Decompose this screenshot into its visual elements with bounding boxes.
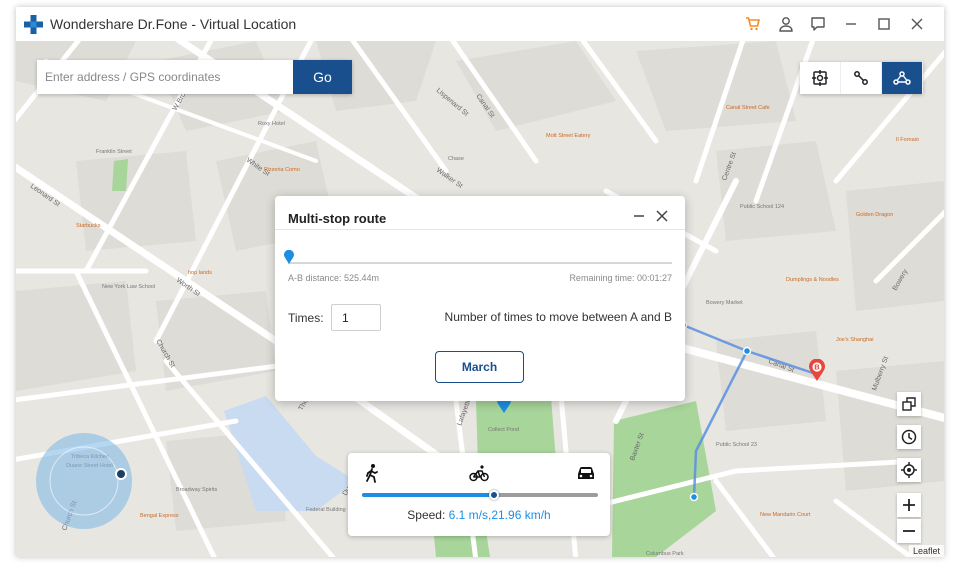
search-bar: Go xyxy=(37,60,352,94)
app-title: Wondershare Dr.Fone - Virtual Location xyxy=(50,16,297,32)
multi-stop-route-button[interactable] xyxy=(882,62,923,94)
svg-text:Roxy Hotel: Roxy Hotel xyxy=(258,121,285,127)
teleport-mode-button[interactable] xyxy=(800,62,841,94)
two-stop-route-button[interactable] xyxy=(841,62,882,94)
car-icon[interactable] xyxy=(576,463,596,483)
plus-icon xyxy=(903,499,915,511)
speed-slider-handle[interactable] xyxy=(489,490,500,500)
minimize-icon[interactable] xyxy=(840,13,862,35)
march-button[interactable]: March xyxy=(435,351,524,383)
svg-text:Federal Building: Federal Building xyxy=(306,507,346,513)
svg-text:Broadway Spirits: Broadway Spirits xyxy=(176,487,218,493)
zoom-out-button[interactable] xyxy=(897,519,921,543)
destination-marker-icon[interactable]: B xyxy=(809,359,825,381)
svg-text:Public School 124: Public School 124 xyxy=(740,204,784,210)
svg-text:Joe's Shanghai: Joe's Shanghai xyxy=(836,337,873,343)
leaflet-attribution[interactable]: Leaflet xyxy=(908,545,944,557)
svg-text:New York Law School: New York Law School xyxy=(102,284,155,290)
times-label: Times: xyxy=(288,311,324,325)
svg-text:Pizzeria Como: Pizzeria Como xyxy=(264,167,300,173)
two-stop-icon xyxy=(854,71,868,85)
go-button[interactable]: Go xyxy=(293,60,352,94)
svg-text:Bengal Express: Bengal Express xyxy=(140,513,179,519)
drfone-logo-icon xyxy=(24,15,43,34)
svg-text:Public School 23: Public School 23 xyxy=(716,442,757,448)
svg-text:Mott Street Eatery: Mott Street Eatery xyxy=(546,133,591,139)
svg-text:Collect Pond: Collect Pond xyxy=(488,427,519,433)
app-window: Wondershare Dr.Fone - Virtual Location W… xyxy=(16,7,944,557)
remaining-time-label: Remaining time: 00:01:27 xyxy=(569,273,672,283)
search-input[interactable] xyxy=(37,60,293,94)
svg-text:hop lands: hop lands xyxy=(188,270,212,276)
multi-stop-icon xyxy=(893,71,911,85)
map-view[interactable]: W Broadway White St Lispenard St Canal S… xyxy=(16,41,944,557)
crosshair-icon xyxy=(901,462,917,478)
walk-icon[interactable] xyxy=(362,463,382,483)
user-icon[interactable] xyxy=(775,13,797,35)
speed-readout: Speed: 6.1 m/s,21.96 km/h xyxy=(348,508,610,522)
maximize-icon[interactable] xyxy=(873,13,895,35)
history-button[interactable] xyxy=(897,425,921,449)
speed-slider[interactable] xyxy=(362,490,598,500)
speed-value: 6.1 m/s,21.96 km/h xyxy=(448,508,551,522)
speed-slider-fill xyxy=(362,493,495,497)
dialog-title: Multi-stop route xyxy=(288,211,387,226)
center-location-button[interactable] xyxy=(897,458,921,482)
clock-icon xyxy=(901,429,917,445)
svg-text:Dumplings & Noodles: Dumplings & Noodles xyxy=(786,277,839,283)
close-icon[interactable] xyxy=(906,13,928,35)
feedback-icon[interactable] xyxy=(807,13,829,35)
svg-text:Chase: Chase xyxy=(448,156,464,162)
dialog-divider xyxy=(275,229,685,230)
bike-icon[interactable] xyxy=(469,463,489,483)
marker-b-label: B xyxy=(814,363,820,372)
route-progress-bar xyxy=(288,262,672,264)
zoom-in-button[interactable] xyxy=(897,493,921,517)
svg-text:Golden Dragon: Golden Dragon xyxy=(856,212,893,218)
svg-text:Starbucks: Starbucks xyxy=(76,223,101,229)
svg-text:Franklin Street: Franklin Street xyxy=(96,149,132,155)
progress-pin-icon xyxy=(284,250,294,264)
svg-text:Canal Street Cafe: Canal Street Cafe xyxy=(726,105,770,111)
minus-icon xyxy=(903,530,915,532)
layers-icon xyxy=(902,397,916,411)
times-description: Number of times to move between A and B xyxy=(444,310,672,324)
multi-stop-route-dialog: Multi-stop route A-B distance: 525.44m R… xyxy=(275,196,685,401)
svg-text:Il Fornaio: Il Fornaio xyxy=(896,137,919,143)
times-input[interactable] xyxy=(331,304,381,331)
map-layers-button[interactable] xyxy=(897,392,921,416)
mode-selector xyxy=(800,62,923,94)
speed-panel: Speed: 6.1 m/s,21.96 km/h xyxy=(348,453,610,536)
dialog-minimize-icon[interactable] xyxy=(631,208,647,224)
teleport-icon xyxy=(812,70,828,86)
cart-icon[interactable] xyxy=(742,13,764,35)
distance-label: A-B distance: 525.44m xyxy=(288,273,380,283)
speed-label: Speed: xyxy=(407,508,449,522)
svg-text:Columbus Park: Columbus Park xyxy=(646,551,684,557)
title-bar: Wondershare Dr.Fone - Virtual Location xyxy=(16,7,944,41)
dialog-close-icon[interactable] xyxy=(654,208,670,224)
svg-text:New Mandarin Court: New Mandarin Court xyxy=(760,512,811,518)
svg-text:Bowery Market: Bowery Market xyxy=(706,300,743,306)
